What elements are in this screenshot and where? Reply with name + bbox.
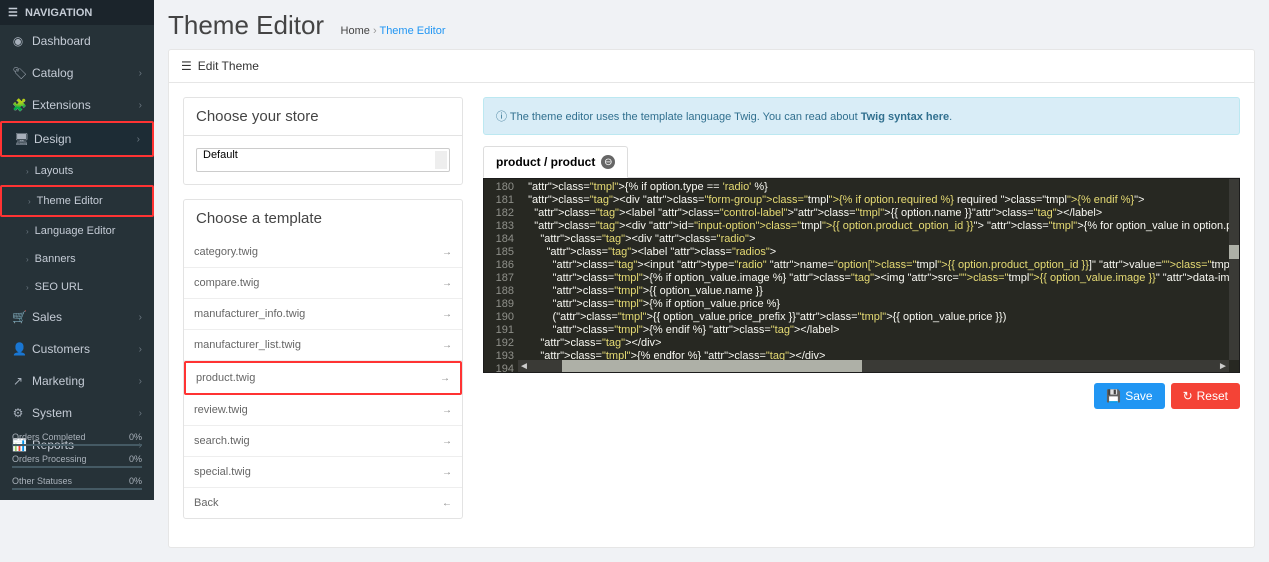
sidebar-item-catalog[interactable]: 🏷Catalog› [0, 57, 154, 89]
breadcrumb: Home › Theme Editor [341, 25, 446, 37]
arrow-right-icon: → [442, 436, 452, 447]
chevron-right-icon: › [139, 344, 142, 355]
user-icon: 👤 [12, 342, 24, 356]
info-icon: ⓘ [496, 111, 510, 123]
scroll-thumb[interactable] [562, 360, 862, 372]
vscroll-thumb[interactable] [1229, 245, 1239, 259]
sidebar-item-dashboard[interactable]: ◉Dashboard [0, 25, 154, 57]
tag-icon: 🏷 [12, 66, 24, 80]
arrow-right-icon: → [442, 340, 452, 351]
template-row[interactable]: manufacturer_list.twig→ [184, 330, 462, 361]
gear-icon: ⚙ [12, 406, 24, 420]
store-select[interactable]: Default [196, 148, 450, 172]
choose-template-title: Choose a template [184, 200, 462, 237]
reset-button[interactable]: ↻ Reset [1171, 383, 1240, 409]
list-icon: ☰ [181, 59, 192, 73]
sidebar-item-design[interactable]: 🖥Design› [0, 121, 154, 157]
template-row[interactable]: compare.twig→ [184, 268, 462, 299]
dashboard-icon: ◉ [12, 34, 24, 48]
stat-row: Other Statuses0% [12, 472, 142, 488]
chevron-right-icon: › [139, 376, 142, 387]
arrow-right-icon: → [442, 247, 452, 258]
template-row[interactable]: special.twig→ [184, 457, 462, 488]
arrow-right-icon: → [440, 373, 450, 384]
template-back[interactable]: Back← [184, 488, 462, 518]
chevron-right-icon: › [139, 408, 142, 419]
arrow-right-icon: → [442, 467, 452, 478]
arrow-right-icon: → [442, 309, 452, 320]
caret-right-icon: › [26, 255, 29, 264]
editor-vscroll[interactable] [1229, 179, 1239, 360]
reset-icon: ↻ [1183, 389, 1193, 403]
code-editor[interactable]: 1801811821831841851861871881891901911921… [483, 178, 1240, 373]
puzzle-icon: 🧩 [12, 98, 24, 112]
sidebar-stats: Orders Completed0% Orders Processing0% Oth… [0, 428, 154, 500]
caret-right-icon: › [26, 283, 29, 292]
chevron-right-icon: › [139, 312, 142, 323]
tab-label: product / product [496, 155, 595, 169]
stat-row: Orders Completed0% [12, 428, 142, 444]
save-button[interactable]: 💾 Save [1094, 383, 1164, 409]
choose-store-title: Choose your store [184, 98, 462, 135]
editor-hscroll[interactable]: ◄ ► [518, 360, 1229, 372]
breadcrumb-current[interactable]: Theme Editor [379, 25, 445, 37]
arrow-right-icon: → [442, 405, 452, 416]
twig-syntax-link[interactable]: Twig syntax here [861, 111, 949, 123]
sidebar-item-customers[interactable]: 👤Customers› [0, 333, 154, 365]
tv-icon: 🖥 [14, 132, 26, 146]
caret-right-icon: › [26, 227, 29, 236]
sidebar-item-sales[interactable]: 🛒Sales› [0, 301, 154, 333]
bars-icon[interactable]: ☰ [8, 7, 18, 19]
caret-right-icon: › [28, 197, 31, 206]
nav-header-label: NAVIGATION [25, 7, 92, 19]
cart-icon: 🛒 [12, 310, 24, 324]
chevron-right-icon: › [139, 68, 142, 79]
arrow-right-icon: → [442, 278, 452, 289]
tab-close-icon[interactable]: ⊖ [601, 155, 615, 169]
template-row[interactable]: review.twig→ [184, 395, 462, 426]
caret-right-icon: › [26, 167, 29, 176]
sidebar-sub-language-editor[interactable]: ›Language Editor [0, 217, 154, 245]
choose-store-card: Choose your store Default [183, 97, 463, 185]
editor-tab[interactable]: product / product ⊖ [483, 146, 628, 178]
sidebar-item-system[interactable]: ⚙System› [0, 397, 154, 429]
sidebar-sub-layouts[interactable]: ›Layouts [0, 157, 154, 185]
template-row[interactable]: product.twig→ [184, 361, 462, 395]
sidebar-item-extensions[interactable]: 🧩Extensions› [0, 89, 154, 121]
scroll-right-icon[interactable]: ► [1217, 360, 1229, 372]
chevron-right-icon: › [137, 134, 140, 145]
stat-row: Orders Processing0% [12, 450, 142, 466]
sidebar-sub-seo-url[interactable]: ›SEO URL [0, 273, 154, 301]
sidebar: ☰ NAVIGATION ◉Dashboard🏷Catalog›🧩Extensi… [0, 0, 154, 500]
template-row[interactable]: search.twig→ [184, 426, 462, 457]
sidebar-item-marketing[interactable]: ↗Marketing› [0, 365, 154, 397]
info-alert: ⓘ The theme editor uses the template lan… [483, 97, 1240, 135]
template-row[interactable]: category.twig→ [184, 237, 462, 268]
nav-header: ☰ NAVIGATION [0, 0, 154, 25]
share-icon: ↗ [12, 374, 24, 388]
chevron-right-icon: › [139, 100, 142, 111]
template-row[interactable]: manufacturer_info.twig→ [184, 299, 462, 330]
save-icon: 💾 [1106, 389, 1121, 403]
page-title: Theme Editor [168, 10, 324, 41]
scroll-left-icon[interactable]: ◄ [518, 360, 530, 372]
sidebar-sub-theme-editor[interactable]: ›Theme Editor [0, 185, 154, 217]
panel-title: Edit Theme [198, 59, 259, 73]
breadcrumb-home[interactable]: Home [341, 25, 370, 37]
panel-header: ☰ Edit Theme [168, 49, 1255, 83]
choose-template-card: Choose a template category.twig→compare.… [183, 199, 463, 519]
arrow-left-icon: ← [442, 498, 452, 509]
sidebar-sub-banners[interactable]: ›Banners [0, 245, 154, 273]
page-header: Theme Editor Home › Theme Editor [154, 0, 1269, 49]
